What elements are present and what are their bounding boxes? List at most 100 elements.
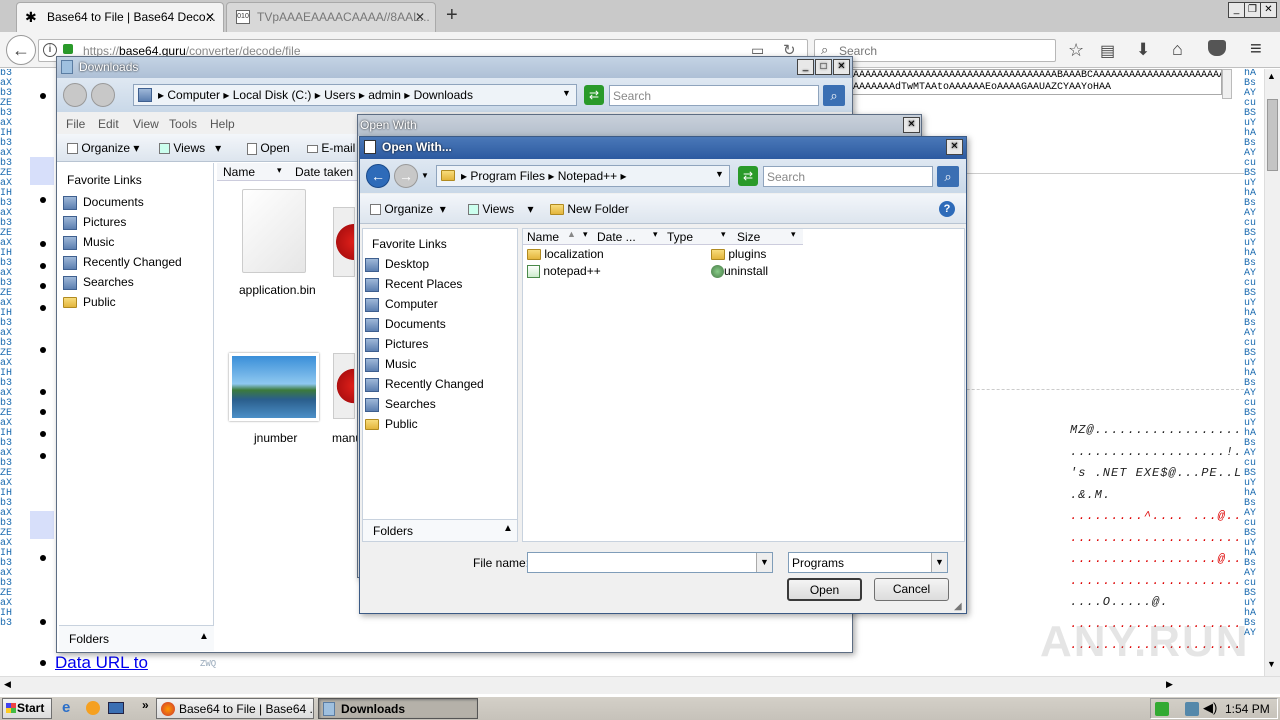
downloads-title-bar[interactable]: Downloads _ □ ✕ <box>57 57 852 78</box>
info-icon[interactable]: i <box>43 43 57 57</box>
back-icon[interactable] <box>63 83 87 107</box>
menu-view[interactable]: View <box>133 117 159 131</box>
dropdown-arrow-icon[interactable]: ▼ <box>756 553 772 572</box>
page-scrollbar[interactable]: ▲ ▼ <box>1264 69 1280 676</box>
close-tab-icon[interactable]: ✕ <box>415 10 425 24</box>
browser-tab-encoded[interactable]: 010 TVpAAAEAAAACAAAA//8AAL... ✕ <box>226 2 436 32</box>
recent-pages-dropdown-icon[interactable]: ▼ <box>421 171 429 180</box>
folders-toggle[interactable]: Folders ▲ <box>59 625 214 651</box>
refresh-icon[interactable]: ⇄ <box>738 166 758 186</box>
views-button[interactable]: Views ▾ <box>159 141 221 155</box>
column-name[interactable]: Name <box>527 230 559 244</box>
new-folder-button[interactable]: New Folder <box>550 202 629 216</box>
start-button[interactable]: Start <box>2 698 52 719</box>
new-tab-button[interactable]: + <box>446 4 458 27</box>
favorite-link-searches[interactable]: Searches <box>365 397 436 417</box>
column-date[interactable]: Date ... <box>597 230 636 244</box>
network-icon[interactable] <box>1185 702 1199 716</box>
flower-image-thumbnail[interactable] <box>333 207 355 277</box>
data-url-link[interactable]: Data URL to <box>55 653 148 673</box>
menu-help[interactable]: Help <box>210 117 235 131</box>
pocket-icon[interactable] <box>1208 40 1226 56</box>
reading-list-icon[interactable]: ▤ <box>1100 41 1115 61</box>
favorite-link-computer[interactable]: Computer <box>365 297 438 317</box>
dropdown-arrow-icon[interactable]: ▼ <box>562 88 571 98</box>
horizontal-scrollbar[interactable]: ◀ ▶ <box>0 676 1280 694</box>
forward-icon[interactable] <box>91 83 115 107</box>
search-icon[interactable]: ⌕ <box>823 85 845 106</box>
taskbar-task-downloads[interactable]: Downloads <box>318 698 478 719</box>
chevron-up-icon[interactable]: ▲ <box>503 523 513 534</box>
refresh-icon[interactable]: ⇄ <box>584 85 604 105</box>
menu-edit[interactable]: Edit <box>98 117 119 131</box>
address-bar[interactable]: ▸ Program Files ▸ Notepad++ ▸ ▼ <box>436 165 730 187</box>
close-tab-icon[interactable]: ✕ <box>205 10 215 24</box>
favorite-link-recent-places[interactable]: Recent Places <box>365 277 462 297</box>
address-bar[interactable]: ▸ Computer ▸ Local Disk (C:) ▸ Users ▸ a… <box>133 84 577 106</box>
favorite-link-public[interactable]: Public <box>365 417 418 437</box>
favorite-link-pictures[interactable]: Pictures <box>63 215 126 235</box>
close-button[interactable]: ✕ <box>833 59 850 75</box>
browser-tab-base64[interactable]: ✱ Base64 to File | Base64 Deco... ✕ <box>16 2 224 32</box>
column-size[interactable]: Size <box>737 230 760 244</box>
list-item[interactable]: plugins <box>711 247 766 261</box>
volume-icon[interactable]: ◀) <box>1203 700 1217 716</box>
search-icon[interactable]: ⌕ <box>937 166 959 187</box>
favorite-link-music[interactable]: Music <box>63 235 114 255</box>
media-player-icon[interactable] <box>86 701 100 715</box>
show-desktop-icon[interactable] <box>108 702 124 714</box>
column-type[interactable]: Type <box>667 230 693 244</box>
file-item[interactable]: application.bin <box>227 187 321 297</box>
home-icon[interactable]: ⌂ <box>1172 39 1183 60</box>
bookmark-star-icon[interactable]: ☆ <box>1068 40 1084 61</box>
quick-launch-chevron[interactable]: » <box>142 698 149 712</box>
forward-button[interactable]: → <box>394 164 418 188</box>
organize-button[interactable]: Organize ▾ <box>67 141 139 155</box>
security-icon[interactable] <box>1155 702 1169 716</box>
file-type-select[interactable]: Programs ▼ <box>788 552 948 573</box>
column-date-taken[interactable]: Date taken <box>295 165 353 179</box>
open-with-outer-title-bar[interactable]: Open With ✕ <box>358 115 921 136</box>
breadcrumb[interactable]: ▸ Program Files ▸ Notepad++ ▸ <box>461 169 627 183</box>
file-name-field[interactable]: ▼ <box>527 552 773 573</box>
search-input[interactable]: Search <box>609 85 819 106</box>
file-item[interactable]: jnumber <box>227 351 321 461</box>
favorite-link-recently-changed[interactable]: Recently Changed <box>63 255 182 275</box>
minimize-button[interactable]: _ <box>797 59 814 75</box>
favorite-link-searches[interactable]: Searches <box>63 275 134 295</box>
dialog-title-bar[interactable]: Open With... ✕ <box>360 137 966 159</box>
email-button[interactable]: E-mail <box>307 141 355 155</box>
favorite-link-recently-changed[interactable]: Recently Changed <box>365 377 484 397</box>
open-button[interactable]: Open <box>787 578 862 601</box>
breadcrumb[interactable]: ▸ Computer ▸ Local Disk (C:) ▸ Users ▸ a… <box>158 88 473 102</box>
close-button[interactable]: ✕ <box>946 139 963 155</box>
open-button[interactable]: Open <box>247 141 290 155</box>
encoded-textarea[interactable]: AAAAAAAAAAAAAAAAAAAAAAAAAAAAAAAAAABAAABC… <box>852 69 1222 95</box>
back-button[interactable]: ← <box>366 164 390 188</box>
column-name[interactable]: Name <box>223 165 255 179</box>
favorite-link-music[interactable]: Music <box>365 357 416 377</box>
search-input[interactable]: Search <box>763 166 933 187</box>
views-button[interactable]: Views ▾ <box>468 202 534 216</box>
flower-image-thumbnail[interactable] <box>333 353 355 419</box>
help-icon[interactable]: ? <box>939 201 955 217</box>
list-item[interactable]: uninstall <box>711 264 768 279</box>
resize-grip-icon[interactable]: ◢ <box>954 601 962 612</box>
favorite-link-desktop[interactable]: Desktop <box>365 257 429 277</box>
cancel-button[interactable]: Cancel <box>874 578 949 601</box>
menu-tools[interactable]: Tools <box>169 117 197 131</box>
menu-icon[interactable]: ≡ <box>1250 38 1262 61</box>
ie-icon[interactable]: e <box>62 699 70 716</box>
list-item[interactable]: notepad++ <box>527 264 601 279</box>
close-button[interactable]: ✕ <box>903 117 920 133</box>
back-button[interactable]: ← <box>6 35 36 65</box>
restore-window-button[interactable]: ❐ <box>1244 2 1261 18</box>
maximize-button[interactable]: □ <box>815 59 832 75</box>
favorite-link-pictures[interactable]: Pictures <box>365 337 428 357</box>
favorite-link-documents[interactable]: Documents <box>63 195 144 215</box>
dropdown-arrow-icon[interactable]: ▼ <box>715 169 724 179</box>
favorite-link-documents[interactable]: Documents <box>365 317 446 337</box>
list-item[interactable]: localization <box>527 247 604 261</box>
chevron-up-icon[interactable]: ▲ <box>199 631 209 642</box>
folders-toggle[interactable]: Folders ▲ <box>363 519 517 541</box>
